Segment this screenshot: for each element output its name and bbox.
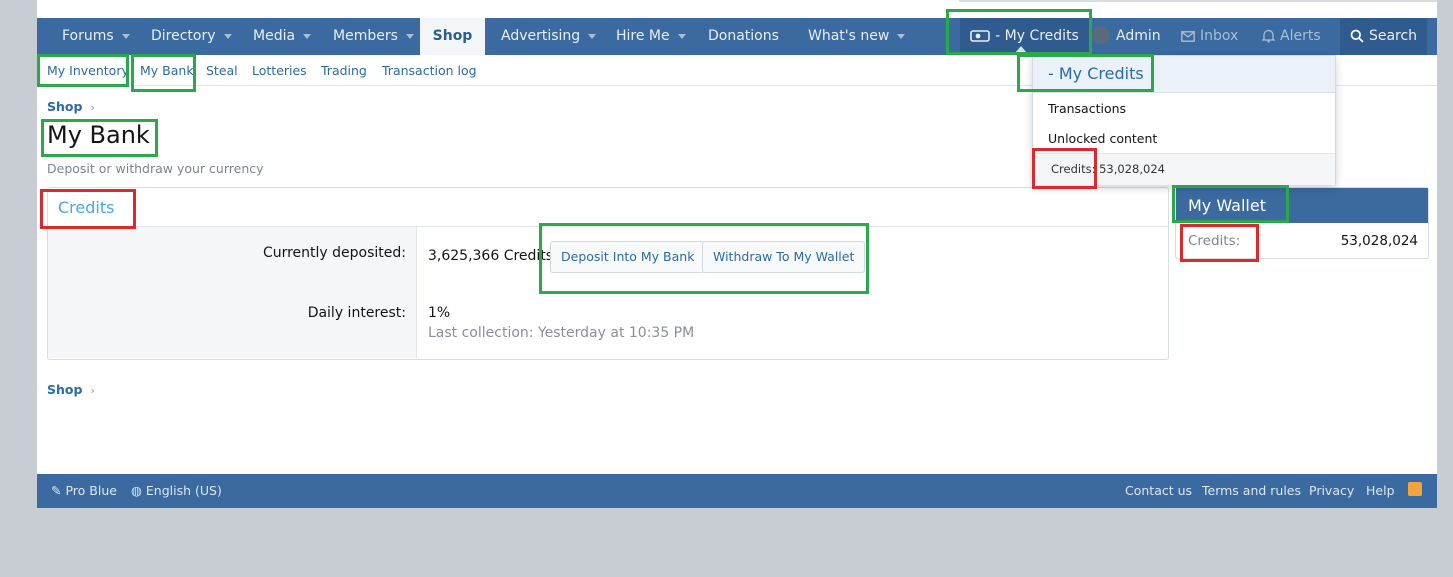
dropdown-header: - My Credits bbox=[1033, 56, 1335, 93]
nav-media[interactable]: Media bbox=[253, 18, 312, 55]
dropdown-footer: Credits: 53,028,024 bbox=[1033, 153, 1335, 185]
subnav-my-inventory[interactable]: My Inventory bbox=[47, 63, 129, 78]
wallet-value: 53,028,024 bbox=[1340, 233, 1418, 249]
interest-label: Daily interest: bbox=[307, 305, 406, 321]
subnav-steal[interactable]: Steal bbox=[206, 63, 238, 78]
nav-members[interactable]: Members bbox=[333, 18, 414, 55]
deposited-label: Currently deposited: bbox=[262, 245, 406, 261]
dropdown-credits-balance: Credits: 53,028,024 bbox=[1051, 162, 1165, 176]
subnav-lotteries[interactable]: Lotteries bbox=[252, 63, 307, 78]
dropdown-pointer bbox=[1015, 46, 1027, 53]
nav-hire-me[interactable]: Hire Me bbox=[616, 18, 686, 55]
bell-icon bbox=[1262, 29, 1275, 43]
chevron-right-icon: › bbox=[90, 101, 95, 114]
nav-search[interactable]: Search bbox=[1340, 18, 1427, 55]
footer-privacy[interactable]: Privacy bbox=[1309, 483, 1354, 498]
nav-inbox[interactable]: Inbox bbox=[1181, 18, 1238, 55]
nav-admin[interactable]: Admin bbox=[1092, 18, 1161, 55]
dropdown-transactions[interactable]: Transactions bbox=[1048, 101, 1126, 116]
last-collection: Last collection: Yesterday at 10:35 PM bbox=[428, 325, 695, 341]
nav-advertising[interactable]: Advertising bbox=[501, 18, 597, 55]
block-tabs: Credits bbox=[48, 188, 1168, 227]
wallet-label: Credits: bbox=[1188, 233, 1241, 249]
wallet-row: Credits: 53,028,024 bbox=[1176, 224, 1428, 258]
withdraw-button[interactable]: Withdraw To My Wallet bbox=[702, 241, 866, 273]
divider bbox=[1260, 224, 1261, 258]
page-title: My Bank bbox=[47, 121, 150, 149]
wallet-title: My Wallet bbox=[1176, 188, 1428, 223]
chevron-right-icon: › bbox=[90, 384, 95, 397]
dropdown-unlocked-content[interactable]: Unlocked content bbox=[1048, 131, 1157, 146]
nav-forums[interactable]: Forums bbox=[62, 18, 130, 55]
page-description: Deposit or withdraw your currency bbox=[47, 161, 264, 176]
footer-language[interactable]: ◍ English (US) bbox=[131, 483, 222, 498]
subnav-my-bank[interactable]: My Bank bbox=[140, 63, 194, 78]
subnav-transaction-log[interactable]: Transaction log bbox=[382, 63, 477, 78]
deposited-value: 3,625,366 Credits bbox=[428, 248, 554, 264]
chevron-down-icon[interactable] bbox=[677, 33, 686, 39]
deposit-button[interactable]: Deposit Into My Bank bbox=[550, 241, 706, 273]
footer-help[interactable]: Help bbox=[1366, 483, 1395, 498]
subnav-trading[interactable]: Trading bbox=[321, 63, 367, 78]
money-icon bbox=[970, 30, 990, 42]
search-icon bbox=[1350, 29, 1364, 43]
footer-terms[interactable]: Terms and rules bbox=[1202, 483, 1301, 498]
footer-contact[interactable]: Contact us bbox=[1125, 483, 1192, 498]
main-navbar: Forums Directory Media Members Shop Adve… bbox=[37, 18, 1437, 55]
interest-value: 1% bbox=[428, 305, 451, 321]
envelope-icon bbox=[1181, 30, 1195, 42]
chevron-down-icon[interactable] bbox=[223, 33, 232, 39]
footer: ✎ Pro Blue ◍ English (US) Contact us Ter… bbox=[37, 474, 1437, 508]
breadcrumb-bottom[interactable]: Shop › bbox=[47, 382, 95, 397]
nav-directory[interactable]: Directory bbox=[151, 18, 232, 55]
nav-donations[interactable]: Donations bbox=[708, 18, 779, 55]
nav-whats-new[interactable]: What's new bbox=[808, 18, 906, 55]
wallet-widget: My Wallet Credits: 53,028,024 bbox=[1175, 187, 1429, 259]
nav-alerts[interactable]: Alerts bbox=[1262, 18, 1321, 55]
chevron-down-icon[interactable] bbox=[588, 33, 597, 39]
chevron-down-icon[interactable] bbox=[897, 33, 906, 39]
credits-dropdown: - My Credits Transactions Unlocked conte… bbox=[1032, 55, 1336, 185]
rss-icon[interactable] bbox=[1408, 482, 1422, 496]
label-column: Currently deposited: Daily interest: bbox=[48, 227, 417, 358]
block-body: Currently deposited: Daily interest: 3,6… bbox=[48, 227, 1168, 358]
chevron-down-icon[interactable] bbox=[303, 33, 312, 39]
credits-block: Credits Currently deposited: Daily inter… bbox=[47, 187, 1169, 360]
chevron-down-icon[interactable] bbox=[121, 33, 130, 39]
chevron-down-icon[interactable] bbox=[405, 33, 414, 39]
paintbrush-icon: ✎ bbox=[51, 483, 62, 498]
dropdown-title[interactable]: - My Credits bbox=[1048, 64, 1144, 83]
avatar bbox=[1092, 26, 1110, 44]
nav-shop[interactable]: Shop bbox=[420, 18, 485, 55]
globe-icon: ◍ bbox=[131, 483, 142, 498]
footer-style[interactable]: ✎ Pro Blue bbox=[51, 483, 117, 498]
breadcrumb[interactable]: Shop › bbox=[47, 99, 95, 114]
tab-credits[interactable]: Credits bbox=[58, 198, 114, 217]
top-strip bbox=[37, 0, 1437, 18]
